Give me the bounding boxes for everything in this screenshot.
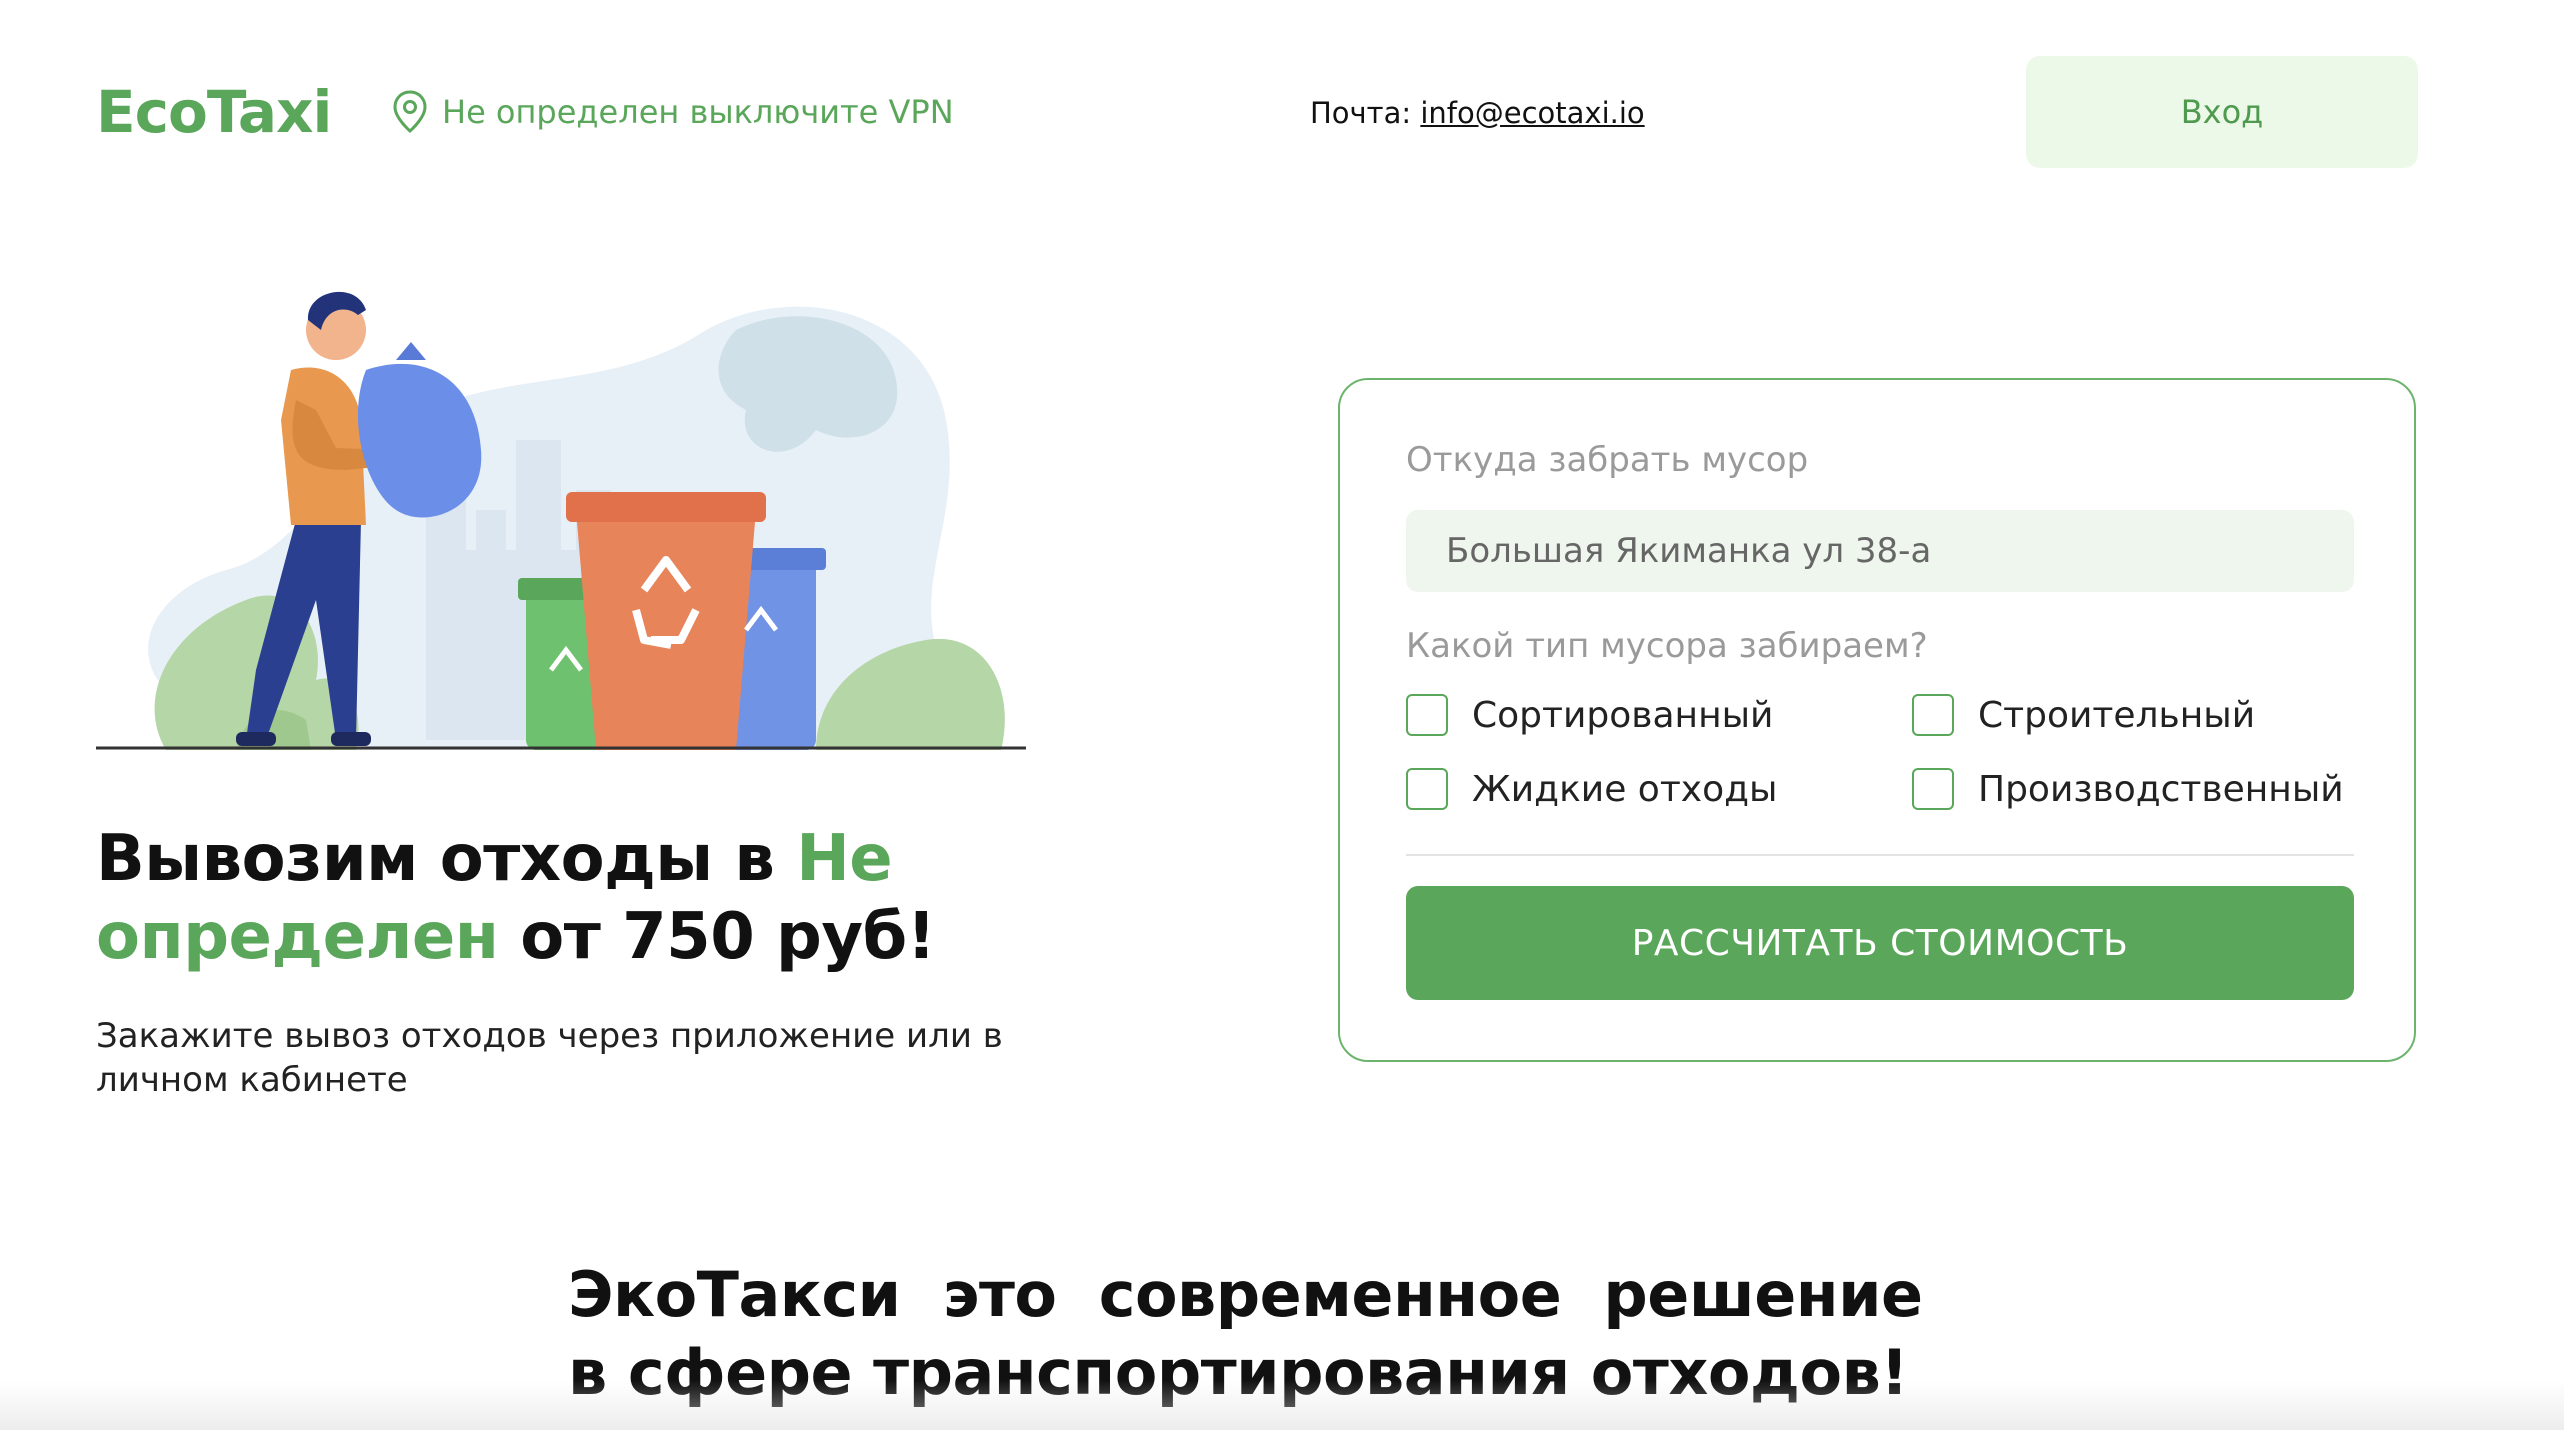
hero-headline: Вывозим отходы в Не определен от 750 руб…	[96, 820, 1096, 976]
checkbox-label: Сортированный	[1472, 694, 1774, 736]
section-heading-line1: ЭкоТакси это современное решение	[568, 1258, 1923, 1331]
location-indicator[interactable]: Не определен выключите VPN	[392, 90, 954, 134]
checkbox-label: Строительный	[1978, 694, 2256, 736]
headline-part1: Вывозим отходы в	[96, 822, 797, 896]
order-form-card: Откуда забрать мусор Большая Якиманка ул…	[1338, 378, 2416, 1062]
logo[interactable]: EcoTaxi	[96, 78, 332, 146]
calculate-cost-button[interactable]: РАССЧИТАТЬ СТОИМОСТЬ	[1406, 886, 2354, 1000]
checkbox-box[interactable]	[1406, 694, 1448, 736]
login-button[interactable]: Вход	[2026, 56, 2418, 168]
checkbox-industrial[interactable]: Производственный	[1912, 768, 2344, 810]
checkbox-box[interactable]	[1912, 768, 1954, 810]
checkbox-construction[interactable]: Строительный	[1912, 694, 2255, 736]
hero-subtitle: Закажите вывоз отходов через приложение …	[96, 1016, 1003, 1100]
form-divider	[1406, 854, 2354, 856]
checkbox-label: Жидкие отходы	[1472, 768, 1778, 810]
mail-label: Почта:	[1310, 96, 1412, 130]
checkbox-sorted[interactable]: Сортированный	[1406, 694, 1773, 736]
checkbox-liquid[interactable]: Жидкие отходы	[1406, 768, 1777, 810]
location-pin-icon	[393, 90, 427, 133]
address-label: Откуда забрать мусор	[1406, 440, 1809, 480]
checkbox-box[interactable]	[1406, 768, 1448, 810]
headline-part2: от 750 руб!	[498, 900, 936, 974]
address-input[interactable]: Большая Якиманка ул 38-а	[1406, 510, 2354, 592]
checkbox-box[interactable]	[1912, 694, 1954, 736]
recycling-illustration	[96, 291, 1026, 750]
mail-link[interactable]: info@ecotaxi.io	[1420, 96, 1644, 130]
waste-type-label: Какой тип мусора забираем?	[1406, 626, 1928, 666]
contact-mail: Почта: info@ecotaxi.io	[1310, 96, 1645, 130]
location-text: Не определен выключите VPN	[442, 93, 954, 131]
checkbox-label: Производственный	[1978, 768, 2344, 810]
bottom-fade	[0, 1380, 2564, 1430]
